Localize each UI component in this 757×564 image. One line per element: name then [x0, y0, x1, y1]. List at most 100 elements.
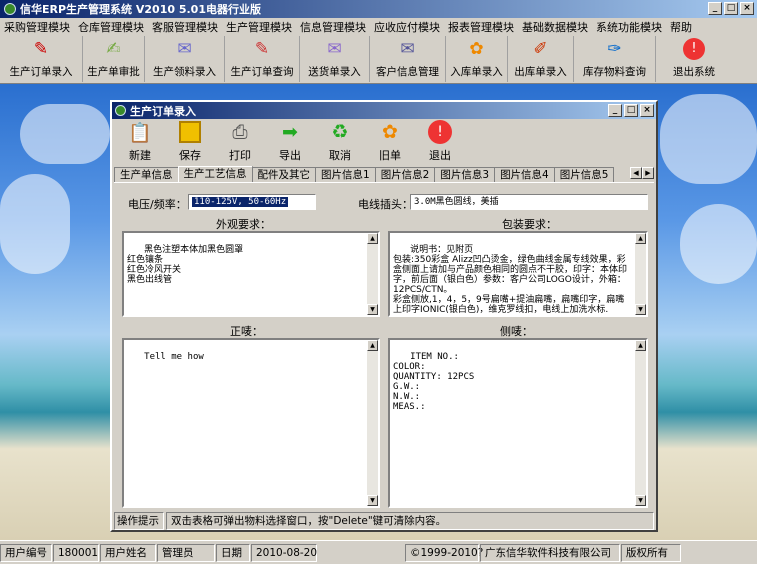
packaging-scrollbar[interactable]: ▲ ▼ [635, 233, 646, 315]
tab-order-info[interactable]: 生产单信息 [114, 167, 179, 182]
app-title-bar: 信华ERP生产管理系统 V2010 5.01电器行业版 _ □ × [0, 0, 757, 18]
side-mark-scrollbar[interactable]: ▲ ▼ [635, 340, 646, 506]
scroll-down-icon[interactable]: ▼ [367, 304, 378, 315]
menu-bar: 采购管理模块 仓库管理模块 客服管理模块 生产管理模块 信息管理模块 应收应付模… [0, 18, 757, 36]
floppy-save-icon [176, 119, 204, 145]
close-button[interactable]: × [740, 2, 754, 15]
minimize-button[interactable]: _ [708, 2, 722, 15]
scroll-down-icon[interactable]: ▼ [635, 304, 646, 315]
front-mark-label: 正唛： [230, 325, 263, 338]
front-mark-textarea[interactable]: Tell me how ▲ ▼ [122, 338, 380, 508]
inventory-query-icon: ✑ [607, 39, 622, 59]
app-title: 信华ERP生产管理系统 V2010 5.01电器行业版 [20, 3, 261, 16]
tab-accessories[interactable]: 配件及其它 [251, 167, 316, 182]
child-maximize-button[interactable]: □ [624, 104, 638, 117]
plug-label: 电线插头： [358, 198, 413, 211]
order-entry-title-bar: 生产订单录入 _ □ × [112, 102, 656, 119]
copyright-text: ©1999-2010? [405, 543, 483, 562]
scroll-up-icon[interactable]: ▲ [367, 340, 378, 351]
tab-image-5[interactable]: 图片信息5 [553, 167, 615, 182]
child-window-controls: _ □ × [608, 104, 654, 117]
order-entry-window: 生产订单录入 _ □ × 📋 新建 保存 ⎙ 打印 ➡ 导出 ♻ 取消 ✿ 旧单… [110, 100, 658, 532]
user-name-label: 用户姓名 [100, 543, 156, 562]
hint-caption: 操作提示 [114, 512, 164, 530]
tab-image-1[interactable]: 图片信息1 [315, 167, 376, 182]
material-form-icon: ✉ [177, 39, 192, 59]
scroll-down-icon[interactable]: ▼ [635, 495, 646, 506]
tab-image-2[interactable]: 图片信息2 [374, 167, 436, 182]
printer-icon: ⎙ [232, 121, 248, 143]
user-name-value: 管理员 [157, 543, 215, 562]
menu-help[interactable]: 帮助 [666, 19, 696, 35]
side-mark-textarea[interactable]: ITEM NO.: COLOR: QUANTITY: 12PCS G.W.: N… [388, 338, 648, 508]
scroll-down-icon[interactable]: ▼ [367, 495, 378, 506]
window-title: 生产订单录入 [130, 104, 196, 118]
toolbar-stock-out-button[interactable]: ✐ 出库单录入 [508, 36, 574, 82]
menu-base-data[interactable]: 基础数据模块 [518, 19, 592, 35]
maximize-button[interactable]: □ [724, 2, 738, 15]
date-label: 日期 [216, 543, 250, 562]
scroll-up-icon[interactable]: ▲ [635, 340, 646, 351]
tab-process-info[interactable]: 生产工艺信息 [177, 166, 253, 182]
export-button[interactable]: ➡ 导出 [265, 119, 315, 166]
tab-scroll-right-icon[interactable]: ▶ [642, 167, 654, 179]
menu-warehouse[interactable]: 仓库管理模块 [74, 19, 148, 35]
cancel-button[interactable]: ♻ 取消 [315, 119, 365, 166]
tab-image-3[interactable]: 图片信息3 [434, 167, 496, 182]
voltage-field[interactable]: 110-125V, 50-60Hz [188, 194, 316, 210]
status-bar: 用户编号 180001 用户姓名 管理员 日期 2010-08-20 ©1999… [0, 540, 757, 564]
menu-information[interactable]: 信息管理模块 [296, 19, 370, 35]
old-order-icon: ✿ [382, 121, 398, 143]
window-toolbar: 📋 新建 保存 ⎙ 打印 ➡ 导出 ♻ 取消 ✿ 旧单 ! 退出 [112, 119, 656, 166]
appearance-scrollbar[interactable]: ▲ ▼ [367, 233, 378, 315]
rights-text: 版权所有 [621, 543, 681, 562]
toolbar-delivery-entry-button[interactable]: ✉ 送货单录入 [300, 36, 370, 82]
toolbar-order-entry-button[interactable]: ✎ 生产订单录入 [0, 36, 83, 82]
menu-customer-service[interactable]: 客服管理模块 [148, 19, 222, 35]
exit-window-button[interactable]: ! 退出 [415, 119, 465, 166]
toolbar-material-entry-button[interactable]: ✉ 生产领料录入 [145, 36, 225, 82]
toolbar-order-approve-button[interactable]: ✍ 生产单审批 [83, 36, 145, 82]
tab-image-4[interactable]: 图片信息4 [494, 167, 555, 182]
new-button[interactable]: 📋 新建 [115, 119, 165, 166]
front-mark-scrollbar[interactable]: ▲ ▼ [367, 340, 378, 506]
packaging-textarea[interactable]: 说明书：见附页 包装:350彩盒 Alizz凹凸烫金，绿色曲线金属专线效果，彩盒… [388, 231, 648, 317]
app-logo-icon [4, 3, 16, 15]
clipboard-new-icon: 📋 [128, 121, 152, 144]
order-query-icon: ✎ [254, 39, 270, 59]
company-name: 广东信华软件科技有限公司 [480, 543, 620, 562]
toolbar-inventory-query-button[interactable]: ✑ 库存物料查询 [574, 36, 656, 82]
print-button[interactable]: ⎙ 打印 [215, 119, 265, 166]
scroll-up-icon[interactable]: ▲ [635, 233, 646, 244]
menu-system[interactable]: 系统功能模块 [592, 19, 666, 35]
menu-reports[interactable]: 报表管理模块 [444, 19, 518, 35]
window-controls: _ □ × [708, 2, 754, 15]
old-order-button[interactable]: ✿ 旧单 [365, 119, 415, 166]
child-minimize-button[interactable]: _ [608, 104, 622, 117]
toolbar-customer-button[interactable]: ✉ 客户信息管理 [370, 36, 446, 82]
exit-icon: ! [681, 36, 707, 62]
toolbar-stock-in-button[interactable]: ✿ 入库单录入 [446, 36, 508, 82]
save-button[interactable]: 保存 [165, 119, 215, 166]
toolbar-order-query-button[interactable]: ✎ 生产订单查询 [225, 36, 300, 82]
child-close-button[interactable]: × [640, 104, 654, 117]
pdf-doc-icon: ✎ [33, 39, 49, 59]
stock-out-icon: ✐ [533, 39, 548, 59]
plug-field[interactable]: 3.0M黑色圆线，美插 [410, 194, 648, 210]
hint-text: 双击表格可弹出物料选择窗口，按"Delete"键可清除内容。 [166, 512, 654, 530]
menu-production[interactable]: 生产管理模块 [222, 19, 296, 35]
main-toolbar: ✎ 生产订单录入 ✍ 生产单审批 ✉ 生产领料录入 ✎ 生产订单查询 ✉ 送货单… [0, 36, 757, 84]
approve-pen-icon: ✍ [106, 39, 121, 59]
tab-strip: 生产单信息 生产工艺信息 配件及其它 图片信息1 图片信息2 图片信息3 图片信… [112, 166, 656, 182]
side-mark-label: 侧唛： [500, 325, 533, 338]
arrow-export-icon: ➡ [282, 121, 298, 143]
window-logo-icon [115, 105, 126, 116]
appearance-textarea[interactable]: 黑色注塑本体加黑色圆罩 红色镶条 红色冷风开关 黑色出线管 ▲ ▼ [122, 231, 380, 317]
menu-receivable-payable[interactable]: 应收应付模块 [370, 19, 444, 35]
scroll-up-icon[interactable]: ▲ [367, 233, 378, 244]
tab-scroll-left-icon[interactable]: ◀ [630, 167, 642, 179]
menu-purchase[interactable]: 采购管理模块 [0, 19, 74, 35]
toolbar-exit-button[interactable]: ! 退出系统 [656, 36, 732, 82]
appearance-label: 外观要求： [216, 218, 271, 231]
